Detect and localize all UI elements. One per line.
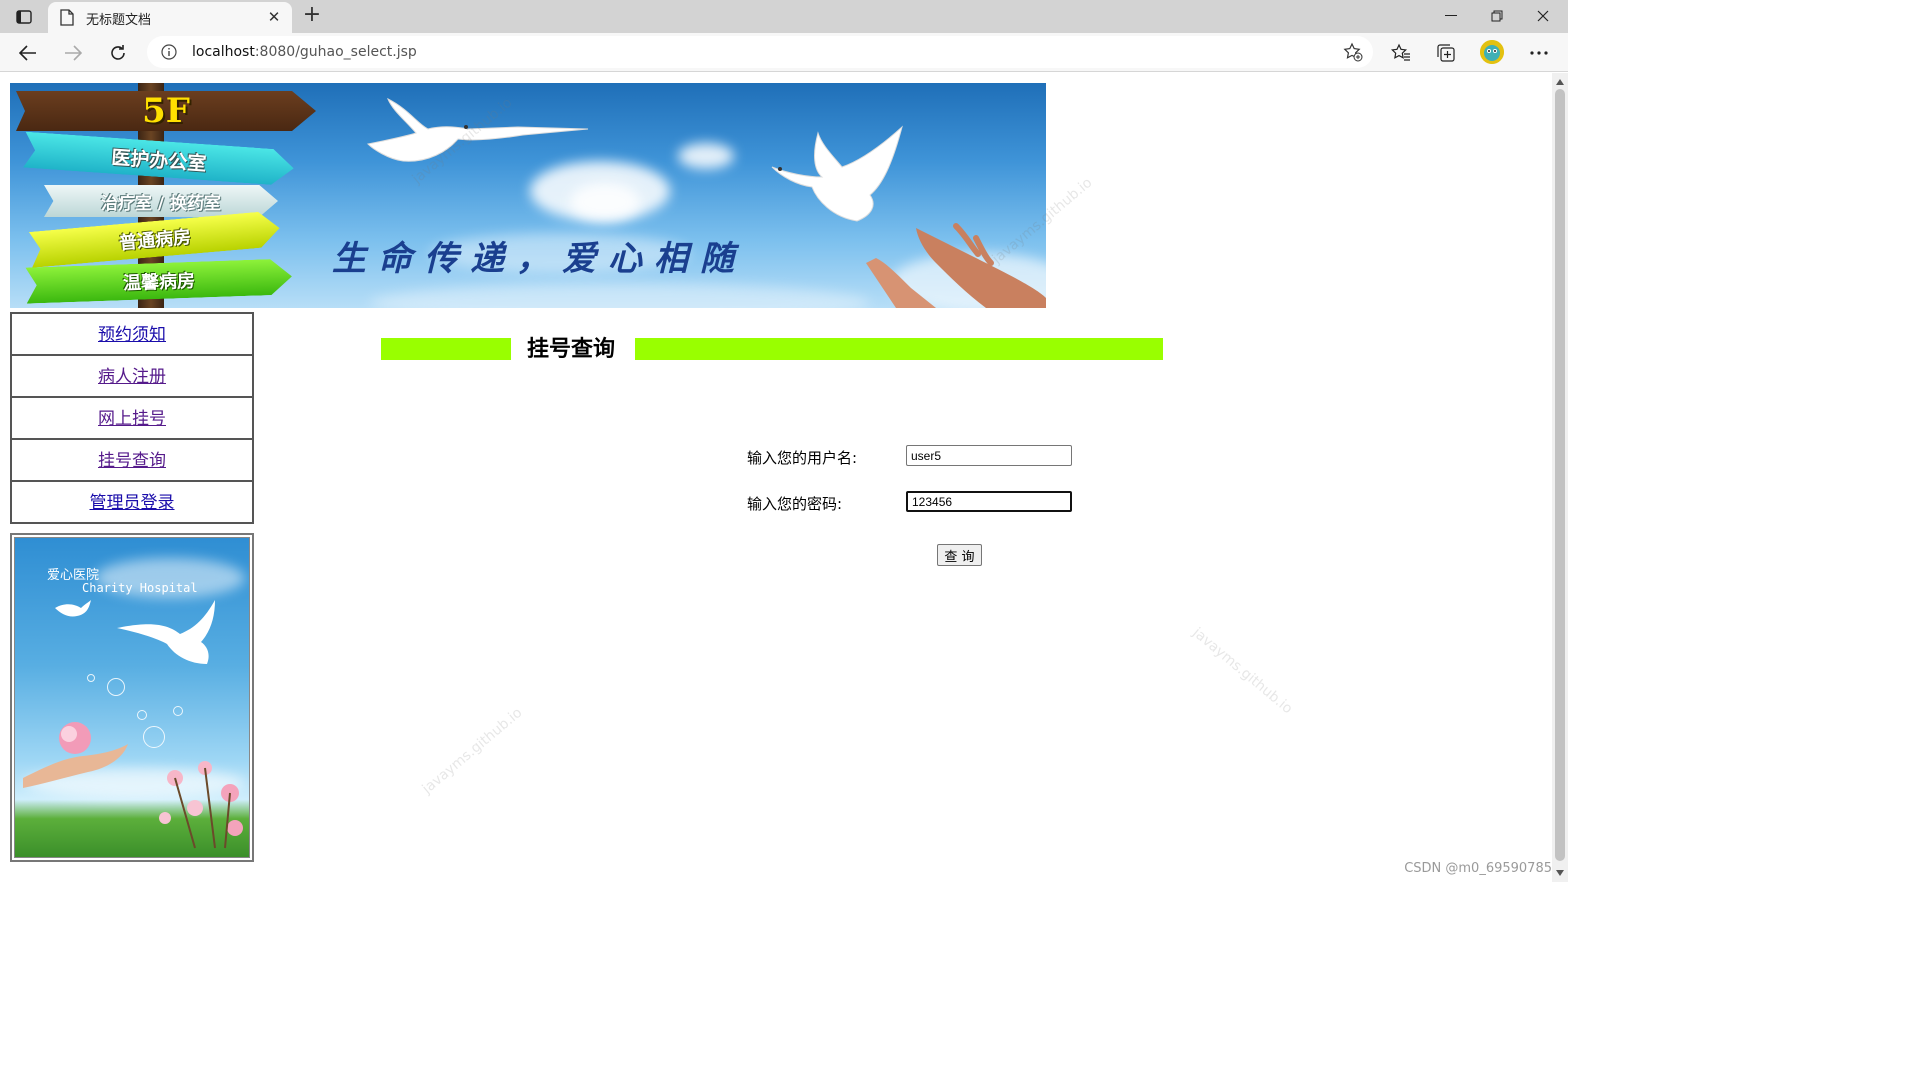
watermark-text: javayms.github.io	[419, 704, 526, 798]
reload-button[interactable]	[104, 39, 132, 67]
back-button[interactable]	[14, 39, 42, 67]
menu-item-booking-query: 挂号查询	[10, 438, 254, 482]
new-tab-button[interactable]: +	[300, 4, 324, 28]
close-window-button[interactable]	[1520, 0, 1566, 32]
flowers-icon	[159, 761, 243, 849]
sign-floor: 5F	[16, 91, 316, 131]
browser-tab[interactable]: 无标题文档 ✕	[48, 2, 292, 33]
menu-item-notice: 预约须知	[10, 312, 254, 356]
hands-icon	[23, 722, 128, 788]
menu-link-register[interactable]: 病人注册	[98, 367, 166, 387]
menu-item-online-booking: 网上挂号	[10, 396, 254, 440]
tab-bar: 无标题文档 ✕ +	[0, 0, 1568, 33]
promo-hospital-name-en: Charity Hospital	[82, 581, 198, 595]
page-scrollbar[interactable]	[1552, 73, 1568, 882]
collections-icon[interactable]	[1433, 40, 1459, 66]
hospital-promo-image: 爱心医院 Charity Hospital	[10, 533, 254, 862]
minimize-button[interactable]	[1428, 0, 1474, 32]
tab-actions-icon[interactable]	[12, 6, 36, 28]
password-label: 输入您的密码:	[747, 495, 843, 513]
dove-icon	[771, 125, 903, 222]
sign-treatment: 治疗室 / 换药室	[44, 185, 278, 217]
menu-item-register: 病人注册	[10, 354, 254, 398]
add-favorite-icon[interactable]	[1343, 42, 1363, 62]
profile-avatar[interactable]	[1480, 40, 1504, 64]
password-input[interactable]	[906, 491, 1072, 512]
more-menu-icon[interactable]	[1526, 40, 1552, 66]
page-title: 挂号查询	[527, 337, 616, 362]
dove-icon	[55, 600, 91, 617]
menu-link-online-booking[interactable]: 网上挂号	[98, 409, 166, 429]
scrollbar-thumb[interactable]	[1555, 89, 1565, 861]
menu-link-booking-query[interactable]: 挂号查询	[98, 451, 166, 471]
favorites-icon[interactable]	[1388, 40, 1414, 66]
hospital-banner: 5F 医护办公室 治疗室 / 换药室 普通病房 温馨病房 生命传递，爱心相随	[10, 83, 1046, 308]
sign-comfort-ward: 温馨病房	[25, 258, 292, 303]
username-input[interactable]	[906, 445, 1072, 466]
forward-button[interactable]	[59, 39, 87, 67]
browser-toolbar: localhost:8080/guhao_select.jsp	[0, 33, 1568, 72]
menu-item-admin-login: 管理员登录	[10, 480, 254, 524]
title-decor-left	[381, 338, 511, 360]
url-path: :8080/guhao_select.jsp	[254, 44, 417, 60]
query-button[interactable]: 查 询	[937, 544, 982, 566]
tab-title: 无标题文档	[86, 13, 152, 28]
page-viewport: 5F 医护办公室 治疗室 / 换药室 普通病房 温馨病房 生命传递，爱心相随 预…	[0, 73, 1552, 882]
menu-link-admin-login[interactable]: 管理员登录	[90, 493, 175, 513]
scroll-up-icon[interactable]	[1556, 79, 1564, 85]
url-host: localhost	[192, 44, 255, 60]
address-bar[interactable]: localhost:8080/guhao_select.jsp	[147, 36, 1373, 68]
info-icon[interactable]	[161, 44, 177, 60]
side-menu: 预约须知 病人注册 网上挂号 挂号查询 管理员登录	[10, 312, 254, 524]
restore-button[interactable]	[1474, 0, 1520, 32]
menu-link-notice[interactable]: 预约须知	[98, 325, 166, 345]
watermark-text: javayms.github.io	[1189, 624, 1296, 718]
username-label: 输入您的用户名:	[747, 449, 858, 467]
close-tab-icon[interactable]: ✕	[266, 9, 282, 25]
banner-slogan: 生命传递，爱心相随	[332, 239, 746, 279]
title-decor-right	[635, 338, 1163, 360]
scroll-down-icon[interactable]	[1556, 870, 1564, 876]
document-icon	[60, 9, 74, 26]
dove-icon	[117, 600, 215, 664]
csdn-credit: CSDN @m0_69590785	[1404, 861, 1552, 876]
url-text[interactable]: localhost:8080/guhao_select.jsp	[192, 44, 417, 60]
